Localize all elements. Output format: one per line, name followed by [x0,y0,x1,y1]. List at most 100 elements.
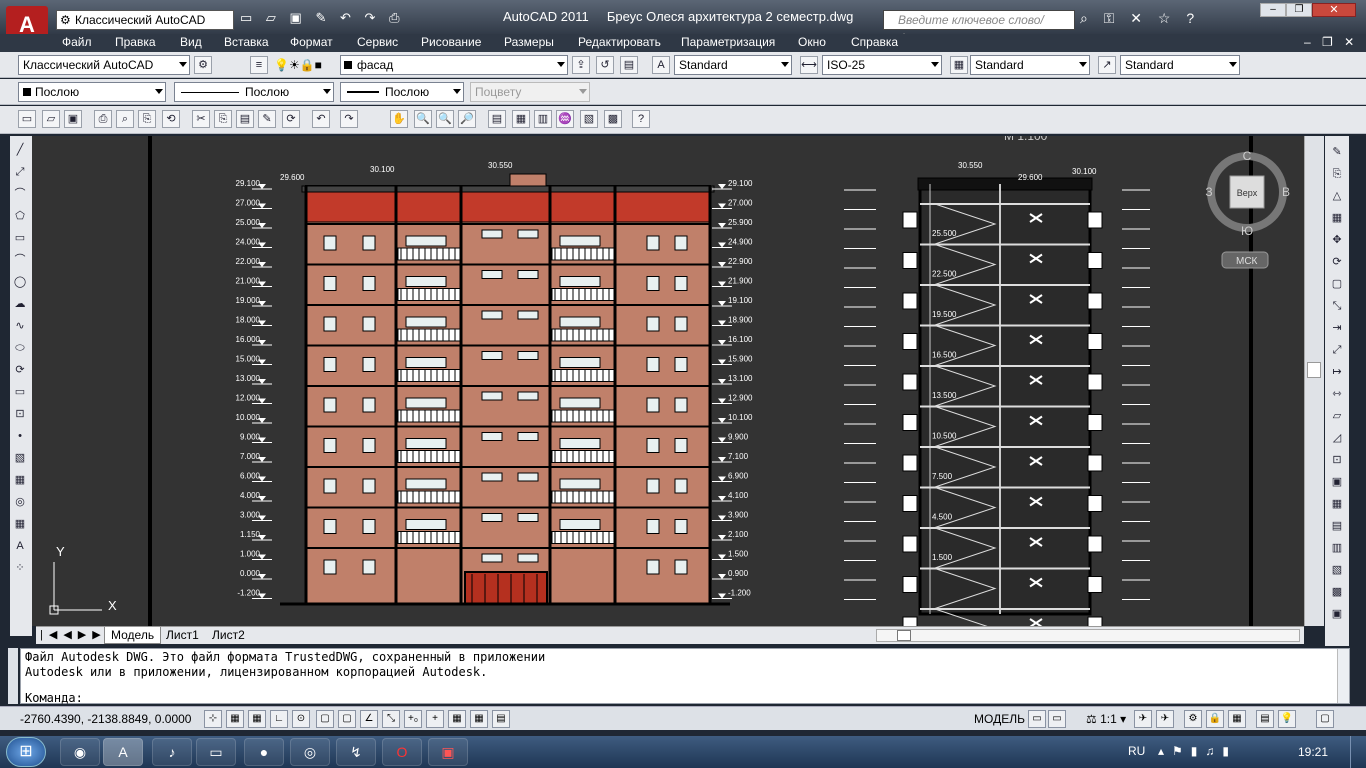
menu-item-1[interactable]: Правка [115,35,156,49]
std-tool-icon-16[interactable]: 🔍 [436,110,454,128]
std-tool-icon-9[interactable]: ▤ [236,110,254,128]
modify-tool-icon-8[interactable]: ⇥ [1328,320,1346,338]
std-tool-icon-8[interactable]: ⎘ [214,110,232,128]
modify-tool-icon-5[interactable]: ⟳ [1328,254,1346,272]
draw-tool-icon-14[interactable]: ▧ [11,450,29,468]
lightbulb-icon[interactable]: 💡 [1278,710,1296,728]
taskbar-chrome[interactable]: ◎ [290,738,330,766]
modify-tool-icon-18[interactable]: ▥ [1328,540,1346,558]
std-tool-icon-1[interactable]: ▱ [42,110,60,128]
std-tool-icon-12[interactable]: ↶ [312,110,330,128]
draw-tool-icon-19[interactable]: ⁘ [11,560,29,578]
autoscale-icon[interactable]: ✈ [1156,710,1174,728]
std-tool-icon-0[interactable]: ▭ [18,110,36,128]
clock[interactable]: 19:21 [1298,745,1328,759]
communication-icon[interactable]: ✕ [1130,10,1142,26]
menu-item-11[interactable]: Справка [851,35,898,49]
minimize-button[interactable]: – [1260,3,1286,17]
menu-item-10[interactable]: Окно [798,35,826,49]
drafting-toggle-icon-4[interactable]: ⊙ [292,710,310,728]
model-space-toggle[interactable]: МОДЕЛЬ [974,712,1025,726]
std-tool-icon-11[interactable]: ⟳ [282,110,300,128]
modify-tool-icon-0[interactable]: ✎ [1328,144,1346,162]
std-tool-icon-14[interactable]: ✋ [390,110,408,128]
std-tool-icon-21[interactable]: ♒ [556,110,574,128]
lineweight-select[interactable]: Послою [340,82,464,102]
undo-icon[interactable]: ↶ [340,10,351,25]
draw-tool-icon-17[interactable]: ▦ [11,516,29,534]
drawing-area[interactable]: М 1:100 29.100 27.000 25.000 24.000 22.000 21.… [10,136,1304,626]
draw-tool-icon-1[interactable]: ⤢ [11,164,29,182]
draw-tool-icon-8[interactable]: ∿ [11,318,29,336]
modify-tool-icon-17[interactable]: ▤ [1328,518,1346,536]
drafting-toggle-icon-9[interactable]: +₀ [404,710,422,728]
coordinates-readout[interactable]: -2760.4390, -2138.8849, 0.0000 [20,712,191,726]
drafting-toggle-icon-7[interactable]: ∠ [360,710,378,728]
workspace-switch-icon[interactable]: ⚙ [1184,710,1202,728]
table-style-icon[interactable]: ▦ [950,56,968,74]
layer-states-icon[interactable]: ▤ [620,56,638,74]
hscroll-thumb[interactable] [897,630,911,641]
draw-tool-icon-2[interactable]: ⌒ [11,186,29,204]
annotation-visibility-icon[interactable]: ✈ [1134,710,1152,728]
taskbar-app-1[interactable]: ◉ [60,738,100,766]
workspace-combo[interactable]: ⚙ Классический AutoCAD [56,10,234,30]
doc-close-icon[interactable]: ✕ [1344,35,1354,49]
tray-icons[interactable]: ▴⚑▮♫▮ [1158,744,1237,758]
vscroll-thumb[interactable] [1307,362,1321,378]
menu-item-5[interactable]: Сервис [357,35,398,49]
std-tool-icon-5[interactable]: ⎘ [138,110,156,128]
start-button[interactable]: ⊞ [6,737,46,767]
annotation-scale[interactable]: ⚖ 1:1 ▾ [1086,712,1126,726]
close-button[interactable]: ✕ [1312,3,1356,17]
taskbar-explorer[interactable]: ▭ [196,738,236,766]
draw-tool-icon-10[interactable]: ⟳ [11,362,29,380]
draw-tool-icon-6[interactable]: ◯ [11,274,29,292]
draw-tool-icon-4[interactable]: ▭ [11,230,29,248]
new-icon[interactable]: ▭ [240,10,252,25]
taskbar-app-5[interactable]: ● [244,738,284,766]
color-select[interactable]: Послою [18,82,166,102]
quick-view-layouts-icon[interactable]: ▭ [1028,710,1046,728]
plot-icon[interactable]: ⎙ [389,10,399,25]
binoculars-icon[interactable]: ⌕ [1080,10,1088,26]
modify-tool-icon-15[interactable]: ▣ [1328,474,1346,492]
tab-sheet1[interactable]: Лист1 [162,628,203,642]
drafting-toggle-icon-3[interactable]: ∟ [270,710,288,728]
save-icon[interactable]: ▣ [290,10,302,25]
std-tool-icon-2[interactable]: ▣ [64,110,82,128]
std-tool-icon-24[interactable]: ? [632,110,650,128]
std-tool-icon-15[interactable]: 🔍 [414,110,432,128]
std-tool-icon-4[interactable]: ⌕ [116,110,134,128]
layer-select[interactable]: фасад [340,55,568,75]
modify-tool-icon-14[interactable]: ⊡ [1328,452,1346,470]
modify-tool-icon-19[interactable]: ▧ [1328,562,1346,580]
std-tool-icon-17[interactable]: 🔎 [458,110,476,128]
modify-tool-icon-6[interactable]: ▢ [1328,276,1346,294]
std-tool-icon-22[interactable]: ▧ [580,110,598,128]
draw-tool-icon-5[interactable]: ⌒ [11,252,29,270]
menu-item-9[interactable]: Параметризация [681,35,775,49]
draw-tool-icon-0[interactable]: ╱ [11,142,29,160]
modify-tool-icon-13[interactable]: ◿ [1328,430,1346,448]
help-icon[interactable]: ? [1186,10,1194,26]
table-style-select[interactable]: Standard [970,55,1090,75]
drafting-toggle-icon-6[interactable]: ▢ [338,710,356,728]
drafting-toggle-icon-1[interactable]: ▦ [226,710,244,728]
modify-tool-icon-7[interactable]: ⤡ [1328,298,1346,316]
drafting-toggle-icon-13[interactable]: ▤ [492,710,510,728]
std-tool-icon-20[interactable]: ▥ [534,110,552,128]
layer-manager-icon[interactable]: ≡ [250,56,268,74]
command-window[interactable]: Файл Autodesk DWG. Это файл формата Trus… [20,648,1350,705]
workspace-select[interactable]: Классический AutoCAD [18,55,190,75]
std-tool-icon-19[interactable]: ▦ [512,110,530,128]
drafting-toggle-icon-12[interactable]: ▦ [470,710,488,728]
drafting-toggle-icon-8[interactable]: ⤡ [382,710,400,728]
layer-state-icons[interactable]: 💡☀🔒■ [274,58,322,72]
saveas-icon[interactable]: ✎ [315,10,326,25]
taskbar-opera[interactable]: O [382,738,422,766]
draw-tool-icon-15[interactable]: ▦ [11,472,29,490]
lang-indicator[interactable]: RU [1128,744,1145,758]
modify-tool-icon-11[interactable]: ⇿ [1328,386,1346,404]
tab-model[interactable]: Модель [104,627,162,644]
